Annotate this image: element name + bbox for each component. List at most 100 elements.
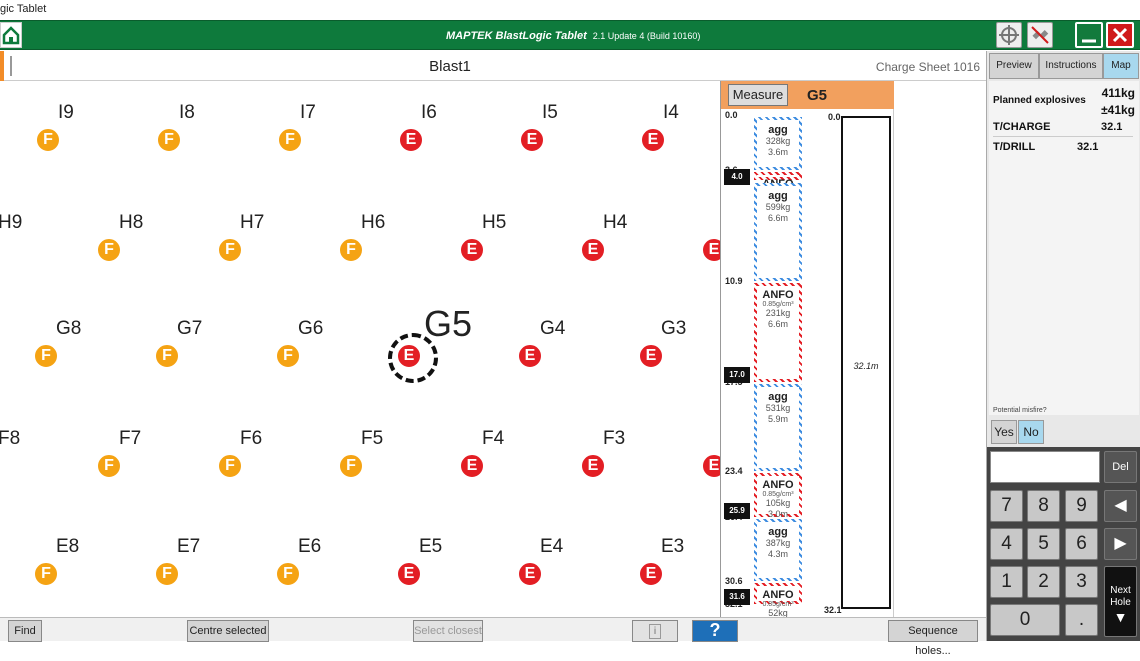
- electric-hole-icon[interactable]: E: [701, 237, 720, 263]
- key-5[interactable]: 5: [1027, 528, 1060, 560]
- deck-len: 6.6m: [767, 212, 788, 223]
- hole-label: G8: [56, 318, 82, 339]
- stemming-marker: 25.9: [724, 502, 750, 519]
- key-4[interactable]: 4: [990, 528, 1023, 560]
- deck-mass: 599kg: [765, 201, 791, 212]
- measure-button[interactable]: Measure: [728, 84, 788, 106]
- key-7[interactable]: 7: [990, 490, 1023, 522]
- window-title: gic Tablet: [0, 3, 47, 15]
- key-9[interactable]: 9: [1065, 490, 1098, 522]
- delete-button[interactable]: Del: [1104, 451, 1137, 483]
- electric-hole-icon[interactable]: E: [638, 561, 664, 587]
- anfo-deck[interactable]: ANFO0.85g/cm³52kg1.5m: [754, 583, 802, 629]
- electric-hole-icon[interactable]: E: [519, 127, 545, 153]
- electric-hole-icon[interactable]: E: [459, 453, 485, 479]
- fuse-hole-icon[interactable]: F: [154, 561, 180, 587]
- depth-label: 23.4: [725, 466, 743, 477]
- tab-map[interactable]: Map: [1103, 53, 1139, 79]
- fuse-hole-icon[interactable]: F: [338, 237, 364, 263]
- electric-hole-icon[interactable]: E: [517, 343, 543, 369]
- tab-instructions[interactable]: Instructions: [1039, 53, 1103, 79]
- anfo-deck[interactable]: ANFO0.85g/cm³23kg0.7m: [754, 171, 802, 218]
- target-button[interactable]: [996, 22, 1022, 48]
- agg-deck[interactable]: agg 531kg 5.9m: [754, 383, 802, 472]
- t-drill-row: T/DRILL 32.1: [993, 139, 1133, 157]
- deck-product: ANFO: [762, 479, 794, 492]
- misfire-no-button[interactable]: No: [1018, 420, 1044, 444]
- deck-len: 5.9m: [767, 413, 788, 424]
- t-charge-label: T/CHARGE: [993, 121, 1051, 133]
- fuse-hole-icon[interactable]: F: [0, 453, 1, 479]
- selected-hole-label: G5: [424, 303, 473, 344]
- fuse-hole-icon[interactable]: F: [217, 453, 243, 479]
- fuse-hole-icon[interactable]: F: [154, 343, 180, 369]
- anfo-deck[interactable]: ANFO 0.85g/cm³ 105kg 3.0m: [754, 473, 802, 519]
- select-closest-button[interactable]: Select closest: [413, 620, 483, 642]
- fuse-hole-icon[interactable]: F: [35, 127, 61, 153]
- fuse-hole-icon[interactable]: F: [277, 127, 303, 153]
- hole-length-label: 32.1m: [853, 361, 879, 371]
- fuse-hole-icon[interactable]: F: [96, 237, 122, 263]
- deck-content: ANFO0.85g/cm³23kg0.7m: [757, 174, 799, 218]
- next-hole-label: Next Hole: [1110, 585, 1131, 608]
- electric-hole-icon[interactable]: E: [701, 453, 720, 479]
- hole-label: E5: [419, 536, 443, 557]
- key-2[interactable]: 2: [1027, 566, 1060, 598]
- close-button[interactable]: [1106, 22, 1134, 48]
- next-hole-button[interactable]: Next Hole ▼: [1104, 566, 1137, 637]
- fuse-hole-icon[interactable]: F: [0, 237, 1, 263]
- fuse-hole-icon[interactable]: F: [217, 237, 243, 263]
- deck-product: ANFO: [762, 289, 794, 302]
- deck-product: agg: [768, 189, 788, 202]
- anfo-deck[interactable]: ANFO 0.85g/cm³ 231kg 6.6m: [754, 283, 802, 382]
- close-icon: [1112, 27, 1128, 43]
- sequence-holes-button[interactable]: Sequence holes...: [888, 620, 978, 657]
- electric-hole-icon[interactable]: E: [640, 127, 666, 153]
- electric-hole-icon[interactable]: E: [398, 127, 424, 153]
- help-button[interactable]: ?: [692, 620, 738, 642]
- info-button[interactable]: i: [632, 620, 678, 642]
- left-arrow-button[interactable]: ◀: [1104, 490, 1137, 522]
- blast-map[interactable]: G5 F I9 F I8 F I7 E I6 E I5 E I4 F H9 F H8 F H7 F H6 E H5 E H4 E…: [0, 81, 720, 617]
- keypad-input[interactable]: [990, 451, 1100, 483]
- agg-deck[interactable]: agg 387kg 4.3m: [754, 519, 802, 582]
- key-6[interactable]: 6: [1065, 528, 1098, 560]
- agg-deck[interactable]: agg 328kg 3.6m: [754, 117, 802, 170]
- key-0[interactable]: 0: [990, 604, 1060, 636]
- centre-selected-button[interactable]: Centre selected: [187, 620, 269, 642]
- electric-hole-icon[interactable]: E: [638, 343, 664, 369]
- hole-label: F3: [603, 428, 626, 449]
- hole-length-bar: 32.1m: [841, 116, 891, 609]
- hole-label: I5: [542, 102, 558, 123]
- fuse-hole-icon[interactable]: F: [275, 343, 301, 369]
- key-1[interactable]: 1: [990, 566, 1023, 598]
- find-button[interactable]: Find: [8, 620, 42, 642]
- agg-deck[interactable]: agg 599kg 6.6m: [754, 182, 802, 282]
- hole-label: I6: [421, 102, 437, 123]
- misfire-yes-button[interactable]: Yes: [991, 420, 1017, 444]
- electric-hole-icon[interactable]: E: [580, 453, 606, 479]
- electric-hole-icon[interactable]: E: [580, 237, 606, 263]
- right-arrow-button[interactable]: ▶: [1104, 528, 1137, 560]
- tab-preview[interactable]: Preview: [989, 53, 1039, 79]
- key-decimal[interactable]: .: [1065, 604, 1098, 636]
- electric-hole-icon[interactable]: E: [396, 561, 422, 587]
- minimize-button[interactable]: [1075, 22, 1103, 48]
- fuse-hole-icon[interactable]: F: [33, 343, 59, 369]
- key-3[interactable]: 3: [1065, 566, 1098, 598]
- electric-hole-icon[interactable]: E: [396, 343, 422, 369]
- electric-hole-icon[interactable]: E: [459, 237, 485, 263]
- disconnect-button[interactable]: [1027, 22, 1053, 48]
- fuse-hole-icon[interactable]: F: [338, 453, 364, 479]
- crosshair-icon: [999, 25, 1019, 45]
- electric-hole-icon[interactable]: E: [517, 561, 543, 587]
- fuse-hole-icon[interactable]: F: [156, 127, 182, 153]
- fuse-hole-icon[interactable]: F: [96, 453, 122, 479]
- home-button[interactable]: [0, 22, 22, 48]
- fuse-hole-icon[interactable]: F: [275, 561, 301, 587]
- right-panel: Preview Instructions Map Planned explosi…: [986, 51, 1140, 641]
- home-icon: [2, 26, 20, 45]
- fuse-hole-icon[interactable]: F: [33, 561, 59, 587]
- key-8[interactable]: 8: [1027, 490, 1060, 522]
- hole-label: F8: [0, 428, 21, 449]
